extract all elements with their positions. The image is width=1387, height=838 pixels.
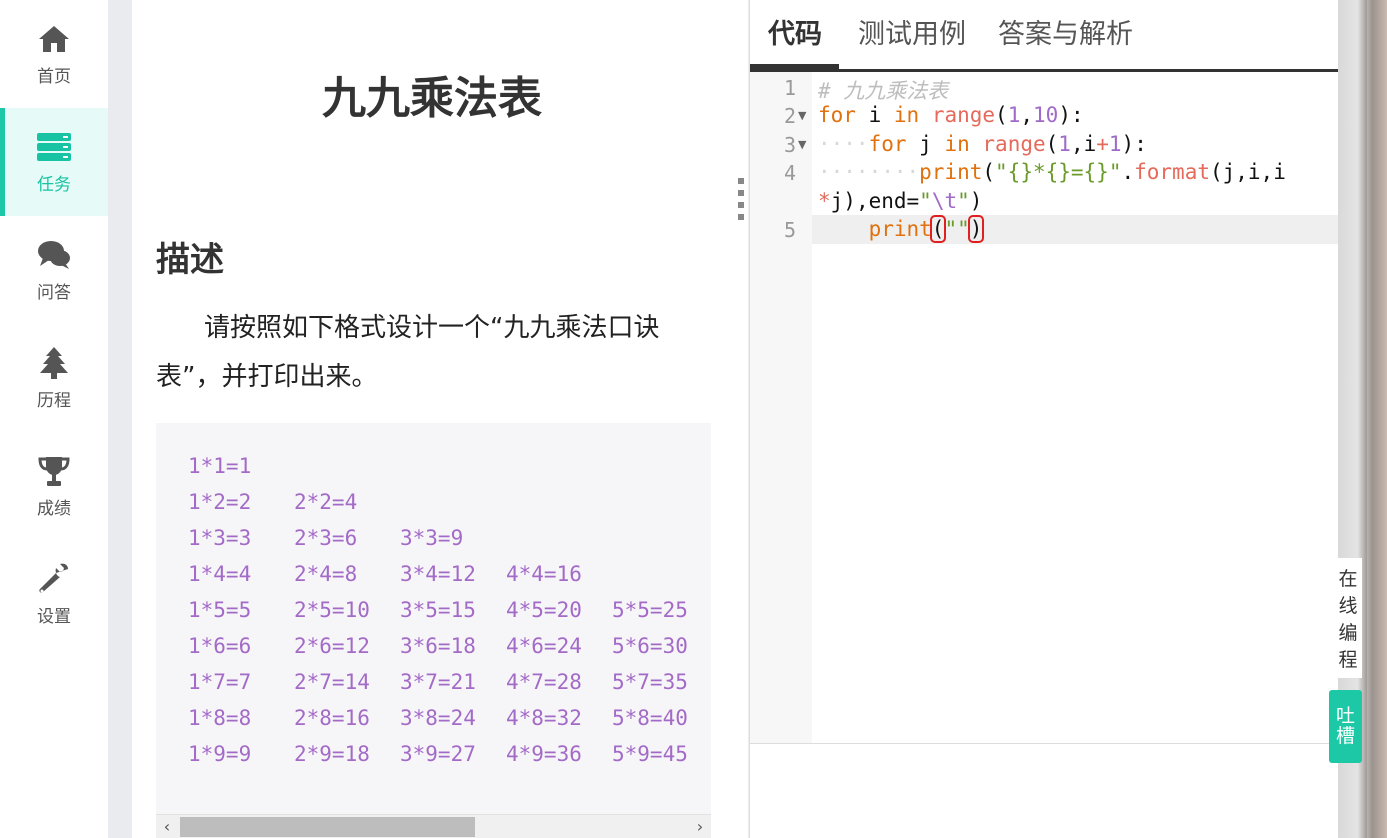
task-list-icon [37, 132, 71, 161]
example-row: 1*4=4 2*4=8 3*4=12 4*4=16 [188, 562, 612, 598]
example-row: 1*8=8 2*8=16 3*8=24 4*8=32 5*8=40 [188, 706, 711, 742]
sidebar-item-tasks[interactable]: 任务 [0, 108, 108, 216]
example-cell: 1*1=1 [188, 454, 252, 478]
example-cell: 5*9=45 [612, 742, 688, 766]
sidebar-item-label: 成绩 [37, 498, 71, 519]
example-cell: 5*7=35 [612, 670, 688, 694]
line-number: 4 [783, 161, 796, 185]
trophy-icon [38, 456, 70, 486]
example-cell: 5*8=40 [612, 706, 688, 730]
example-cell: 4*5=20 [506, 598, 582, 622]
sidebar-item-label: 历程 [37, 390, 71, 411]
sidebar-item-label: 首页 [37, 66, 71, 87]
example-cell: 2*3=6 [294, 526, 358, 550]
example-row: 1*5=5 2*5=10 3*5=15 4*5=20 5*5=25 [188, 598, 711, 634]
example-cell: 4*8=32 [506, 706, 582, 730]
example-row: 1*9=9 2*9=18 3*9=27 4*9=36 5*9=45 [188, 742, 711, 778]
example-cell: 4*4=16 [506, 562, 582, 586]
wrench-icon [39, 563, 68, 593]
example-cell: 1*3=3 [188, 526, 252, 550]
example-output-block: 1*1=1 1*2=2 2*2=4 1*3=3 2*3=6 3*3=9 1*4=4 2*4=8… [156, 423, 711, 838]
example-cell: 3*4=12 [400, 562, 476, 586]
code-panel: 代码 测试用例 答案与解析 1 2 ▼ 3 ▼ 4 5 # 九九乘法表 for … [749, 0, 1339, 838]
section-heading: 描述 [156, 240, 224, 280]
home-icon [39, 25, 69, 52]
example-cell: 1*2=2 [188, 490, 252, 514]
horizontal-scrollbar[interactable]: ‹ › [156, 814, 711, 838]
example-cell: 1*4=4 [188, 562, 252, 586]
online-coding-button[interactable]: 在 线 编 程 [1334, 558, 1362, 678]
tab-code[interactable]: 代码 [768, 12, 822, 52]
example-cell: 1*5=5 [188, 598, 252, 622]
active-tab-indicator [750, 64, 839, 69]
example-cell: 3*5=15 [400, 598, 476, 622]
example-cell: 2*4=8 [294, 562, 358, 586]
example-row: 1*7=7 2*7=14 3*7=21 4*7=28 5*7=35 [188, 670, 711, 706]
example-cell: 2*5=10 [294, 598, 370, 622]
feedback-button[interactable]: 吐 槽 [1329, 690, 1362, 763]
code-line-2[interactable]: for i in range(1,10): [818, 103, 1084, 127]
sidebar-item-settings[interactable]: 设置 [0, 540, 108, 648]
example-cell: 3*3=9 [400, 526, 464, 550]
example-cell: 2*8=16 [294, 706, 370, 730]
example-cell: 1*6=6 [188, 634, 252, 658]
editor-bottom-border [750, 743, 1339, 744]
chevron-left-icon[interactable]: ‹ [156, 815, 178, 838]
example-cell: 2*7=14 [294, 670, 370, 694]
code-line-3[interactable]: ····for j in range(1,i+1): [818, 132, 1147, 156]
line-number: 3 [783, 133, 796, 157]
example-cell: 3*7=21 [400, 670, 476, 694]
panel-gutter [108, 0, 132, 838]
code-line-4-wrap[interactable]: *j),end="\t") [818, 189, 982, 213]
example-row: 1*2=2 2*2=4 [188, 490, 400, 526]
scrollbar-thumb[interactable] [180, 817, 475, 837]
sidebar-item-label: 设置 [37, 606, 71, 627]
example-cell: 5*6=30 [612, 634, 688, 658]
example-row: 1*6=6 2*6=12 3*6=18 4*6=24 5*6=30 [188, 634, 711, 670]
tab-answer-analysis[interactable]: 答案与解析 [998, 12, 1133, 52]
sidebar-item-label: 任务 [37, 174, 71, 195]
page-title: 九九乘法表 [322, 73, 542, 124]
sidebar-item-home[interactable]: 首页 [0, 0, 108, 108]
example-cell: 2*9=18 [294, 742, 370, 766]
example-cell: 4*6=24 [506, 634, 582, 658]
line-number: 5 [783, 218, 796, 242]
problem-description-panel: 九九乘法表 描述 请按照如下格式设计一个“九九乘法口诀表”，并打印出来。 1*1… [132, 0, 748, 838]
code-line-1[interactable]: # 九九乘法表 [818, 75, 948, 105]
line-number: 2 [783, 104, 796, 128]
tab-test-cases[interactable]: 测试用例 [858, 12, 966, 52]
line-number-gutter: 1 2 ▼ 3 ▼ 4 5 [750, 72, 812, 744]
sidebar-item-qa[interactable]: 问答 [0, 216, 108, 324]
editor-tabs: 代码 测试用例 答案与解析 [750, 0, 1339, 72]
example-cell: 5*5=25 [612, 598, 688, 622]
example-cell: 4*7=28 [506, 670, 582, 694]
chevron-right-icon[interactable]: › [689, 815, 711, 838]
sidebar: 首页 任务 问答 历程 成绩 设置 [0, 0, 108, 838]
example-cell: 1*7=7 [188, 670, 252, 694]
line-number: 1 [783, 76, 796, 100]
example-cell: 1*9=9 [188, 742, 252, 766]
sidebar-item-grades[interactable]: 成绩 [0, 432, 108, 540]
example-cell: 3*9=27 [400, 742, 476, 766]
code-line-4[interactable]: ········print("{}*{}={}".format(j,i,i [818, 160, 1286, 184]
sidebar-item-journey[interactable]: 历程 [0, 324, 108, 432]
page-scrollbar[interactable] [1367, 0, 1387, 838]
panel-resize-handle[interactable] [736, 178, 746, 234]
description-text: 请按照如下格式设计一个“九九乘法口诀表”，并打印出来。 [156, 313, 660, 392]
fold-arrow-icon[interactable]: ▼ [798, 109, 806, 122]
example-cell: 1*8=8 [188, 706, 252, 730]
example-cell: 2*2=4 [294, 490, 358, 514]
example-cell: 3*8=24 [400, 706, 476, 730]
example-row: 1*1=1 [188, 454, 294, 490]
fold-arrow-icon[interactable]: ▼ [798, 138, 806, 151]
example-cell: 3*6=18 [400, 634, 476, 658]
example-cell: 2*6=12 [294, 634, 370, 658]
example-row: 1*3=3 2*3=6 3*3=9 [188, 526, 506, 562]
example-cell: 4*9=36 [506, 742, 582, 766]
tree-icon [40, 346, 68, 379]
code-line-5[interactable]: print("") [818, 215, 985, 243]
chat-bubbles-icon [38, 240, 70, 269]
sidebar-item-label: 问答 [37, 282, 71, 303]
